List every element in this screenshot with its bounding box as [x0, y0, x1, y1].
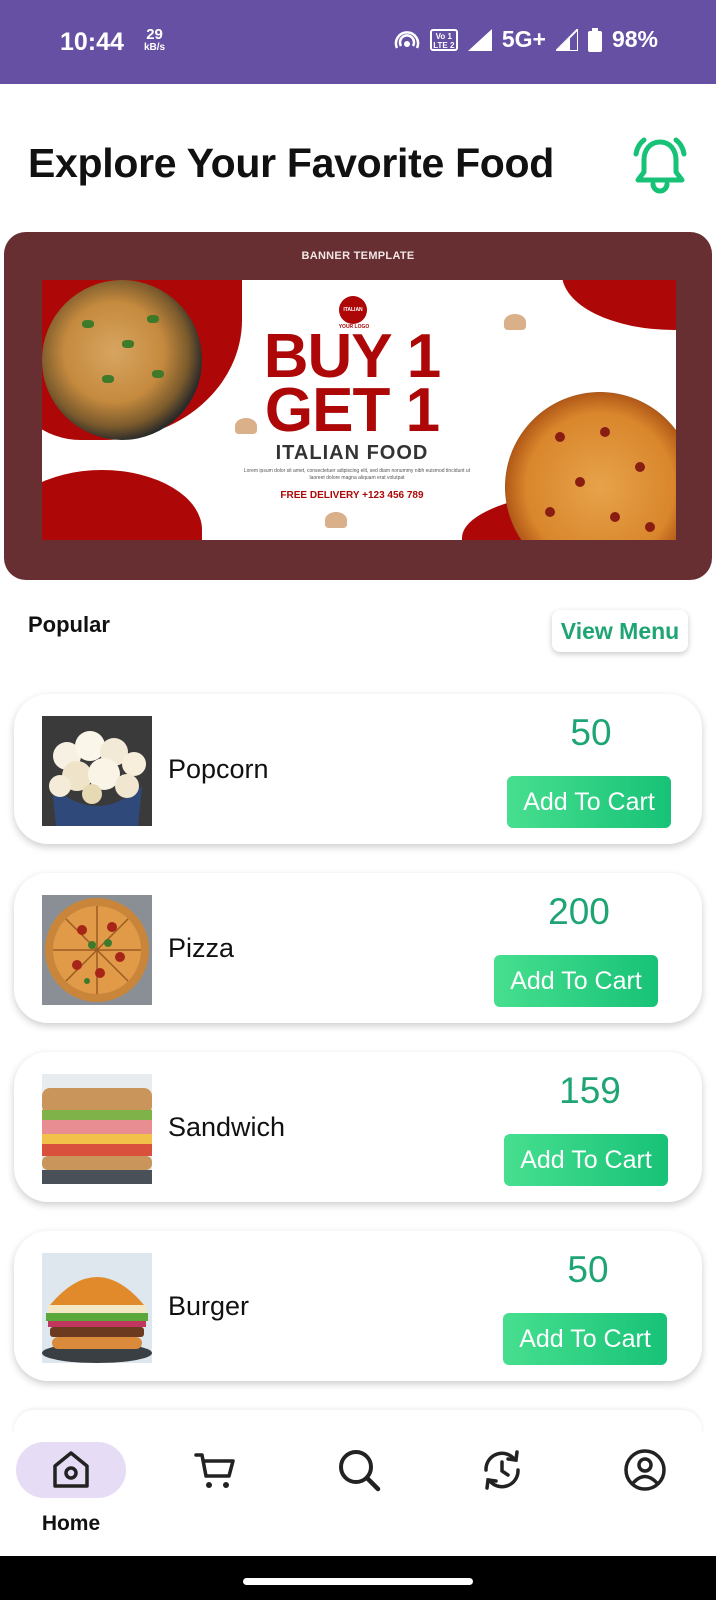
volte-bottom: LTE 2 — [433, 40, 455, 50]
nav-item-search[interactable] — [304, 1432, 414, 1556]
nav-label: Home — [41, 1512, 101, 1535]
battery-level: 98% — [611, 26, 658, 52]
food-card[interactable]: Burger 50 Add To Cart — [14, 1231, 702, 1381]
add-to-cart-button[interactable]: Add To Cart — [503, 1313, 667, 1365]
nav-item-cart[interactable] — [160, 1432, 270, 1556]
section-title-popular: Popular — [28, 612, 110, 637]
status-icons: Vo 1 LTE 2 5G+ 98% — [394, 26, 658, 53]
banner-shape — [562, 280, 676, 330]
signal-icon — [555, 28, 578, 51]
food-name: Popcorn — [168, 754, 269, 784]
nav-pill — [160, 1442, 270, 1498]
food-price: 50 — [567, 1249, 609, 1290]
network-type: 5G+ — [501, 26, 546, 52]
view-menu-button[interactable]: View Menu — [552, 610, 688, 652]
food-card[interactable]: Popcorn 50 Add To Cart — [14, 694, 702, 844]
network-speed-value: 29 — [146, 26, 163, 43]
home-icon — [53, 1451, 89, 1488]
banner-artwork: ITALIAN YOUR LOGO BUY 1 GET 1 ITALIAN FO… — [42, 280, 676, 540]
promo-banner[interactable]: BANNER TEMPLATE ITALIAN YOUR LOGO BUY 1 — [4, 232, 712, 580]
banner-logo: ITALIAN — [339, 296, 367, 324]
food-card[interactable]: Sandwich 159 Add To Cart — [14, 1052, 702, 1202]
network-speed-unit: kB/s — [144, 42, 166, 53]
volte-icon: Vo 1 LTE 2 — [429, 28, 458, 51]
banner-headline-line2: GET 1 — [264, 376, 440, 445]
banner-body-text: Lorem ipsum dolor sit amet, consectetuer… — [243, 468, 471, 481]
cart-icon — [194, 1453, 235, 1488]
status-bar: 10:44 29 kB/s Vo 1 LTE 2 5G+ 98% — [0, 0, 716, 84]
food-name: Sandwich — [168, 1112, 286, 1142]
banner-subtitle: ITALIAN FOOD — [275, 442, 429, 464]
volte-top: Vo 1 — [435, 31, 452, 41]
gesture-handle[interactable] — [243, 1578, 473, 1585]
search-icon — [339, 1450, 381, 1492]
pizza-image — [505, 392, 676, 540]
food-name: Pizza — [168, 933, 235, 963]
banner-caption: BANNER TEMPLATE — [301, 250, 415, 262]
nav-pill — [590, 1442, 700, 1498]
status-time: 10:44 — [60, 28, 124, 56]
banner-delivery: FREE DELIVERY +123 456 789 — [280, 490, 424, 501]
signal-icon — [467, 28, 492, 51]
food-image-burger — [42, 1253, 152, 1363]
mushroom-icon — [325, 512, 347, 528]
food-price: 50 — [570, 712, 612, 753]
nav-pill — [304, 1442, 414, 1498]
history-icon — [484, 1450, 520, 1490]
banner-shape — [42, 470, 202, 540]
bell-icon[interactable] — [630, 134, 690, 196]
food-price: 200 — [548, 891, 610, 932]
profile-icon — [624, 1449, 666, 1491]
food-price: 159 — [559, 1070, 621, 1111]
food-card[interactable]: Pizza 200 Add To Cart — [14, 873, 702, 1023]
bottom-navigation: Home — [0, 1432, 716, 1556]
network-speed: 29 kB/s — [144, 27, 165, 54]
food-image-sandwich — [42, 1074, 152, 1184]
food-image-popcorn — [42, 716, 152, 826]
food-name: Burger — [168, 1291, 250, 1321]
add-to-cart-button[interactable]: Add To Cart — [507, 776, 671, 828]
hotspot-icon — [394, 30, 420, 49]
food-image-pizza — [42, 895, 152, 1005]
pasta-image — [42, 280, 202, 440]
banner-headline: BUY 1 GET 1 — [192, 326, 512, 445]
nav-item-profile[interactable] — [590, 1432, 700, 1556]
nav-item-home[interactable]: Home — [16, 1432, 126, 1556]
nav-pill — [447, 1442, 557, 1498]
add-to-cart-button[interactable]: Add To Cart — [504, 1134, 668, 1186]
page-title: Explore Your Favorite Food — [28, 140, 555, 186]
add-to-cart-button[interactable]: Add To Cart — [494, 955, 658, 1007]
battery-icon — [587, 27, 602, 52]
nav-item-history[interactable] — [447, 1432, 557, 1556]
nav-pill — [16, 1442, 126, 1498]
mushroom-icon — [504, 314, 526, 330]
system-navigation-bar — [0, 1556, 716, 1600]
